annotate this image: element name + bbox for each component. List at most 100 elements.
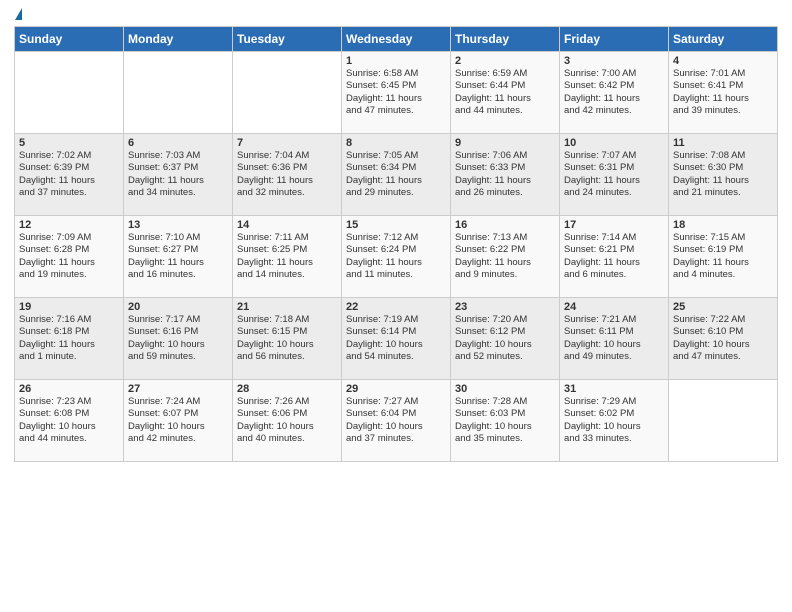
day-info-line: Sunset: 6:10 PM xyxy=(673,326,773,338)
day-number: 9 xyxy=(455,137,555,149)
day-info-line: Sunrise: 7:07 AM xyxy=(564,150,664,162)
weekday-header-friday: Friday xyxy=(560,27,669,52)
day-info-line: Sunrise: 7:03 AM xyxy=(128,150,228,162)
weekday-header-sunday: Sunday xyxy=(15,27,124,52)
day-number: 13 xyxy=(128,219,228,231)
day-number: 3 xyxy=(564,55,664,67)
day-info-line: and 4 minutes. xyxy=(673,269,773,281)
day-info-line: Sunrise: 7:06 AM xyxy=(455,150,555,162)
day-info-line: Sunrise: 7:01 AM xyxy=(673,68,773,80)
day-info-line: and 37 minutes. xyxy=(346,433,446,445)
day-info-line: Sunset: 6:07 PM xyxy=(128,408,228,420)
calendar-cell: 5Sunrise: 7:02 AMSunset: 6:39 PMDaylight… xyxy=(15,134,124,216)
day-info-line: Daylight: 10 hours xyxy=(455,339,555,351)
day-number: 29 xyxy=(346,383,446,395)
calendar-cell: 17Sunrise: 7:14 AMSunset: 6:21 PMDayligh… xyxy=(560,216,669,298)
day-info-line: Daylight: 10 hours xyxy=(128,339,228,351)
day-number: 23 xyxy=(455,301,555,313)
day-info-line: Sunrise: 7:23 AM xyxy=(19,396,119,408)
day-number: 28 xyxy=(237,383,337,395)
calendar-cell: 7Sunrise: 7:04 AMSunset: 6:36 PMDaylight… xyxy=(233,134,342,216)
calendar-cell: 27Sunrise: 7:24 AMSunset: 6:07 PMDayligh… xyxy=(124,380,233,462)
day-info-line: and 37 minutes. xyxy=(19,187,119,199)
day-info-line: Daylight: 11 hours xyxy=(455,175,555,187)
day-info-line: Sunrise: 7:13 AM xyxy=(455,232,555,244)
day-number: 30 xyxy=(455,383,555,395)
day-info-line: Sunset: 6:41 PM xyxy=(673,80,773,92)
day-info-line: Sunrise: 7:27 AM xyxy=(346,396,446,408)
calendar-cell: 12Sunrise: 7:09 AMSunset: 6:28 PMDayligh… xyxy=(15,216,124,298)
day-number: 26 xyxy=(19,383,119,395)
calendar-cell: 4Sunrise: 7:01 AMSunset: 6:41 PMDaylight… xyxy=(669,52,778,134)
calendar-cell: 19Sunrise: 7:16 AMSunset: 6:18 PMDayligh… xyxy=(15,298,124,380)
day-info-line: Sunset: 6:21 PM xyxy=(564,244,664,256)
day-number: 21 xyxy=(237,301,337,313)
day-info-line: Sunrise: 7:17 AM xyxy=(128,314,228,326)
weekday-header-saturday: Saturday xyxy=(669,27,778,52)
day-info-line: Sunset: 6:45 PM xyxy=(346,80,446,92)
day-info-line: and 34 minutes. xyxy=(128,187,228,199)
day-info-line: Sunset: 6:39 PM xyxy=(19,162,119,174)
day-info-line: Sunrise: 7:19 AM xyxy=(346,314,446,326)
day-info-line: Sunset: 6:27 PM xyxy=(128,244,228,256)
day-info-line: and 56 minutes. xyxy=(237,351,337,363)
day-info-line: Sunrise: 7:24 AM xyxy=(128,396,228,408)
calendar-cell: 6Sunrise: 7:03 AMSunset: 6:37 PMDaylight… xyxy=(124,134,233,216)
calendar-cell xyxy=(233,52,342,134)
day-number: 18 xyxy=(673,219,773,231)
day-info-line: Sunset: 6:04 PM xyxy=(346,408,446,420)
day-info-line: Sunset: 6:24 PM xyxy=(346,244,446,256)
day-info-line: and 19 minutes. xyxy=(19,269,119,281)
day-info-line: Sunset: 6:14 PM xyxy=(346,326,446,338)
day-info-line: Sunset: 6:11 PM xyxy=(564,326,664,338)
day-info-line: Sunrise: 6:58 AM xyxy=(346,68,446,80)
day-number: 4 xyxy=(673,55,773,67)
day-info-line: Daylight: 10 hours xyxy=(128,421,228,433)
day-info-line: Sunset: 6:06 PM xyxy=(237,408,337,420)
day-number: 1 xyxy=(346,55,446,67)
day-info-line: and 14 minutes. xyxy=(237,269,337,281)
day-info-line: Sunrise: 7:04 AM xyxy=(237,150,337,162)
day-info-line: and 21 minutes. xyxy=(673,187,773,199)
day-number: 5 xyxy=(19,137,119,149)
day-info-line: Sunrise: 7:26 AM xyxy=(237,396,337,408)
day-info-line: Daylight: 11 hours xyxy=(19,257,119,269)
day-info-line: Sunset: 6:15 PM xyxy=(237,326,337,338)
day-info-line: Daylight: 11 hours xyxy=(128,175,228,187)
calendar-cell: 3Sunrise: 7:00 AMSunset: 6:42 PMDaylight… xyxy=(560,52,669,134)
calendar-cell: 21Sunrise: 7:18 AMSunset: 6:15 PMDayligh… xyxy=(233,298,342,380)
day-info-line: Sunrise: 7:08 AM xyxy=(673,150,773,162)
day-info-line: Sunrise: 7:05 AM xyxy=(346,150,446,162)
day-info-line: Daylight: 11 hours xyxy=(564,257,664,269)
day-info-line: Daylight: 11 hours xyxy=(346,257,446,269)
calendar-cell: 31Sunrise: 7:29 AMSunset: 6:02 PMDayligh… xyxy=(560,380,669,462)
calendar-cell: 28Sunrise: 7:26 AMSunset: 6:06 PMDayligh… xyxy=(233,380,342,462)
weekday-header-monday: Monday xyxy=(124,27,233,52)
day-info-line: Daylight: 10 hours xyxy=(346,339,446,351)
day-info-line: Sunset: 6:19 PM xyxy=(673,244,773,256)
week-row-1: 1Sunrise: 6:58 AMSunset: 6:45 PMDaylight… xyxy=(15,52,778,134)
day-info-line: Daylight: 11 hours xyxy=(19,175,119,187)
day-info-line: Sunset: 6:25 PM xyxy=(237,244,337,256)
day-info-line: Sunset: 6:22 PM xyxy=(455,244,555,256)
day-info-line: and 40 minutes. xyxy=(237,433,337,445)
calendar-cell xyxy=(15,52,124,134)
day-info-line: Sunrise: 6:59 AM xyxy=(455,68,555,80)
day-number: 15 xyxy=(346,219,446,231)
weekday-header-wednesday: Wednesday xyxy=(342,27,451,52)
logo xyxy=(14,10,22,22)
day-info-line: Sunrise: 7:12 AM xyxy=(346,232,446,244)
day-info-line: Sunset: 6:12 PM xyxy=(455,326,555,338)
calendar-cell: 2Sunrise: 6:59 AMSunset: 6:44 PMDaylight… xyxy=(451,52,560,134)
day-info-line: and 32 minutes. xyxy=(237,187,337,199)
weekday-header-tuesday: Tuesday xyxy=(233,27,342,52)
day-info-line: and 42 minutes. xyxy=(128,433,228,445)
day-number: 12 xyxy=(19,219,119,231)
calendar-cell: 18Sunrise: 7:15 AMSunset: 6:19 PMDayligh… xyxy=(669,216,778,298)
day-info-line: and 59 minutes. xyxy=(128,351,228,363)
day-info-line: Daylight: 11 hours xyxy=(346,175,446,187)
day-info-line: and 44 minutes. xyxy=(19,433,119,445)
day-number: 31 xyxy=(564,383,664,395)
calendar-cell: 14Sunrise: 7:11 AMSunset: 6:25 PMDayligh… xyxy=(233,216,342,298)
day-info-line: Sunset: 6:33 PM xyxy=(455,162,555,174)
